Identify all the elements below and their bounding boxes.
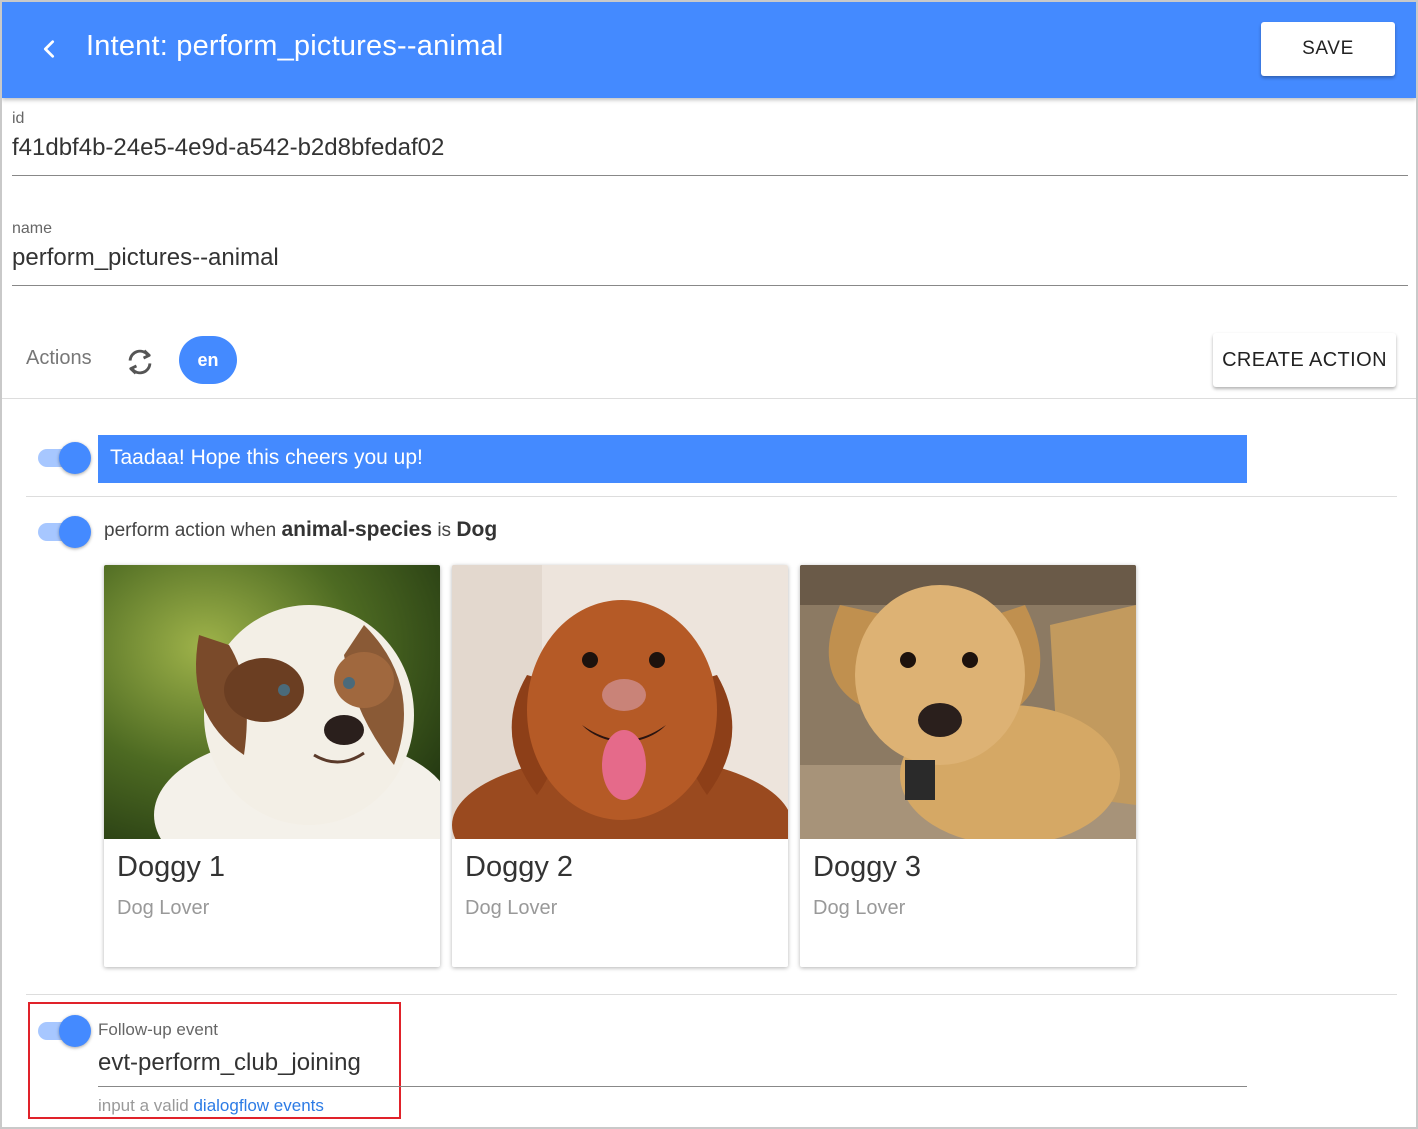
page-title: Intent: perform_pictures--animal [86,30,504,62]
language-chip-en[interactable]: en [179,336,237,384]
action-divider-2 [26,994,1397,995]
id-label: id [12,110,25,127]
dialogflow-events-link[interactable]: dialogflow events [193,1096,323,1115]
dog-card-3[interactable]: Doggy 3 Dog Lover [800,565,1136,967]
actions-divider [2,398,1416,399]
back-button[interactable] [32,32,66,66]
id-value[interactable]: f41dbf4b-24e5-4e9d-a542-b2d8bfedaf02 [12,134,1408,162]
dog-photo-2 [452,565,788,839]
condition-parameter: animal-species [281,518,433,541]
actions-label: Actions [26,347,92,369]
create-action-button[interactable]: CREATE ACTION [1213,333,1396,387]
condition-connector: is [437,520,452,541]
text-action-message[interactable]: Taadaa! Hope this cheers you up! [98,435,1247,483]
chevron-left-icon [43,40,55,58]
sync-button[interactable] [120,342,160,382]
text-action-toggle[interactable] [36,440,92,474]
dog-card-1[interactable]: Doggy 1 Dog Lover [104,565,440,967]
card-subtitle: Dog Lover [117,897,210,919]
followup-underline [98,1086,1247,1087]
card-title: Doggy 1 [117,851,226,883]
card-title: Doggy 2 [465,851,574,883]
dog-photo-3 [800,565,1136,839]
action-divider-1 [26,496,1397,497]
dog-card-2[interactable]: Doggy 2 Dog Lover [452,565,788,967]
sync-icon [128,349,152,375]
name-label: name [12,220,53,237]
name-value[interactable]: perform_pictures--animal [12,244,1408,272]
app-window: Intent: perform_pictures--animal SAVE id… [0,0,1418,1129]
condition-prefix: perform action when [104,520,277,541]
card-subtitle: Dog Lover [465,897,558,919]
id-underline [12,175,1408,176]
followup-hint: input a valid dialogflow events [98,1096,324,1116]
condition-value: Dog [456,518,498,541]
card-action-toggle[interactable] [36,514,92,548]
save-button[interactable]: SAVE [1261,22,1395,76]
card-title: Doggy 3 [813,851,922,883]
card-subtitle: Dog Lover [813,897,906,919]
hint-text: input a valid [98,1096,189,1115]
action-condition: perform action when animal-species is Do… [104,518,497,542]
followup-label: Follow-up event [98,1020,219,1039]
followup-toggle[interactable] [36,1013,92,1047]
name-underline [12,285,1408,286]
dog-photo-1 [104,565,440,839]
name-field[interactable]: name perform_pictures--animal [12,220,1408,286]
app-bar: Intent: perform_pictures--animal SAVE [2,2,1416,98]
followup-event-input[interactable]: evt-perform_club_joining [98,1049,361,1077]
id-field[interactable]: id f41dbf4b-24e5-4e9d-a542-b2d8bfedaf02 [12,110,1408,176]
